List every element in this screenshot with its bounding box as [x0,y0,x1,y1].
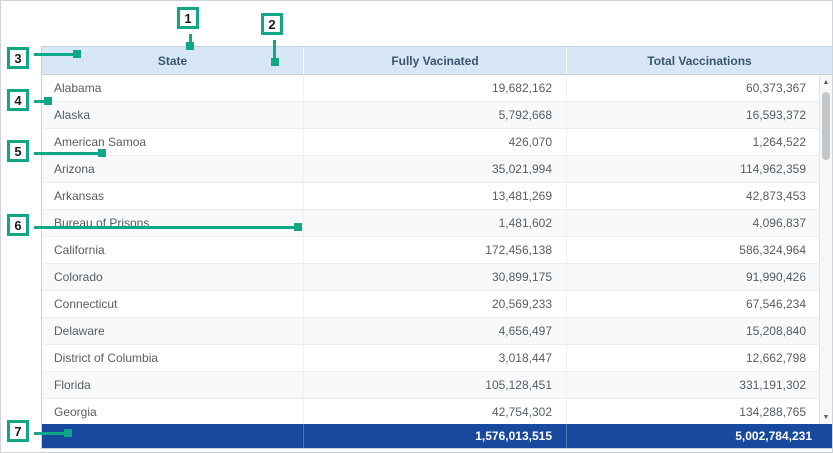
table-header-row: State Fully Vacinated Total Vaccinations [42,47,832,75]
annotation-line-5 [34,152,100,155]
table-row[interactable]: District of Columbia3,018,44712,662,798 [42,345,832,372]
cell-total-vaccinations: 586,324,964 [567,237,832,263]
annotation-dot-7 [64,429,72,437]
cell-state: Arizona [42,156,304,182]
table-row[interactable]: Alabama19,682,16260,373,367 [42,75,832,102]
totals-total-vaccinations: 5,002,784,231 [567,424,832,448]
annotation-line-2 [273,40,276,60]
cell-fully-vaccinated: 20,569,233 [304,291,567,317]
annotation-marker-1: 1 [177,7,199,29]
column-header-state[interactable]: State [42,47,304,74]
column-header-total-vaccinations[interactable]: Total Vaccinations [567,47,832,74]
annotation-line-6 [34,226,296,229]
cell-total-vaccinations: 42,873,453 [567,183,832,209]
cell-total-vaccinations: 331,191,302 [567,372,832,398]
annotation-marker-7: 7 [7,420,29,442]
cell-fully-vaccinated: 42,754,302 [304,399,567,424]
cell-fully-vaccinated: 19,682,162 [304,75,567,101]
cell-state: Colorado [42,264,304,290]
cell-fully-vaccinated: 5,792,668 [304,102,567,128]
cell-fully-vaccinated: 13,481,269 [304,183,567,209]
cell-total-vaccinations: 4,096,837 [567,210,832,236]
column-header-fully-vaccinated[interactable]: Fully Vacinated [304,47,567,74]
table-row[interactable]: Florida105,128,451331,191,302 [42,372,832,399]
vertical-scrollbar[interactable]: ▲ ▼ [819,75,832,424]
annotation-marker-5: 5 [7,140,29,162]
annotation-marker-3: 3 [7,47,29,69]
annotation-marker-4: 4 [7,89,29,111]
totals-row: 1,576,013,515 5,002,784,231 [42,424,832,448]
annotation-dot-6 [294,223,302,231]
cell-fully-vaccinated: 426,070 [304,129,567,155]
table-row[interactable]: American Samoa426,0701,264,522 [42,129,832,156]
cell-total-vaccinations: 67,546,234 [567,291,832,317]
cell-state: Delaware [42,318,304,344]
scrollbar-thumb[interactable] [822,92,830,160]
cell-total-vaccinations: 16,593,372 [567,102,832,128]
table-body: Alabama19,682,16260,373,367Alaska5,792,6… [42,75,832,424]
cell-state: Georgia [42,399,304,424]
table-row[interactable]: Arizona35,021,994114,962,359 [42,156,832,183]
annotation-marker-6: 6 [7,214,29,236]
cell-total-vaccinations: 114,962,359 [567,156,832,182]
table-row[interactable]: Delaware4,656,49715,208,840 [42,318,832,345]
scroll-down-icon[interactable]: ▼ [820,410,832,424]
cell-total-vaccinations: 15,208,840 [567,318,832,344]
annotation-dot-4 [44,97,52,105]
cell-fully-vaccinated: 3,018,447 [304,345,567,371]
cell-state: Alabama [42,75,304,101]
data-table: State Fully Vacinated Total Vaccinations… [41,46,833,449]
cell-total-vaccinations: 60,373,367 [567,75,832,101]
table-row[interactable]: Alaska5,792,66816,593,372 [42,102,832,129]
totals-state-cell [42,424,304,448]
scroll-up-icon[interactable]: ▲ [820,75,832,89]
cell-state: Bureau of Prisons [42,210,304,236]
cell-fully-vaccinated: 105,128,451 [304,372,567,398]
cell-fully-vaccinated: 4,656,497 [304,318,567,344]
cell-state: Alaska [42,102,304,128]
totals-fully-vaccinated: 1,576,013,515 [304,424,567,448]
table-row[interactable]: Arkansas13,481,26942,873,453 [42,183,832,210]
table-row[interactable]: Georgia42,754,302134,288,765 [42,399,832,424]
cell-state: Arkansas [42,183,304,209]
cell-state: Florida [42,372,304,398]
annotation-dot-5 [98,149,106,157]
annotation-dot-3 [73,50,81,58]
cell-state: Connecticut [42,291,304,317]
cell-state: California [42,237,304,263]
annotation-line-3 [34,53,75,56]
cell-fully-vaccinated: 172,456,138 [304,237,567,263]
table-row[interactable]: Connecticut20,569,23367,546,234 [42,291,832,318]
table-row[interactable]: California172,456,138586,324,964 [42,237,832,264]
annotation-dot-1 [186,42,194,50]
annotation-dot-2 [271,58,279,66]
cell-fully-vaccinated: 30,899,175 [304,264,567,290]
vaccination-table-screen: State Fully Vacinated Total Vaccinations… [0,0,833,453]
cell-total-vaccinations: 12,662,798 [567,345,832,371]
annotation-marker-2: 2 [261,13,283,35]
cell-total-vaccinations: 91,990,426 [567,264,832,290]
cell-total-vaccinations: 1,264,522 [567,129,832,155]
table-row[interactable]: Colorado30,899,17591,990,426 [42,264,832,291]
annotation-line-7 [34,432,66,435]
cell-fully-vaccinated: 35,021,994 [304,156,567,182]
cell-total-vaccinations: 134,288,765 [567,399,832,424]
table-row[interactable]: Bureau of Prisons1,481,6024,096,837 [42,210,832,237]
cell-fully-vaccinated: 1,481,602 [304,210,567,236]
cell-state: District of Columbia [42,345,304,371]
